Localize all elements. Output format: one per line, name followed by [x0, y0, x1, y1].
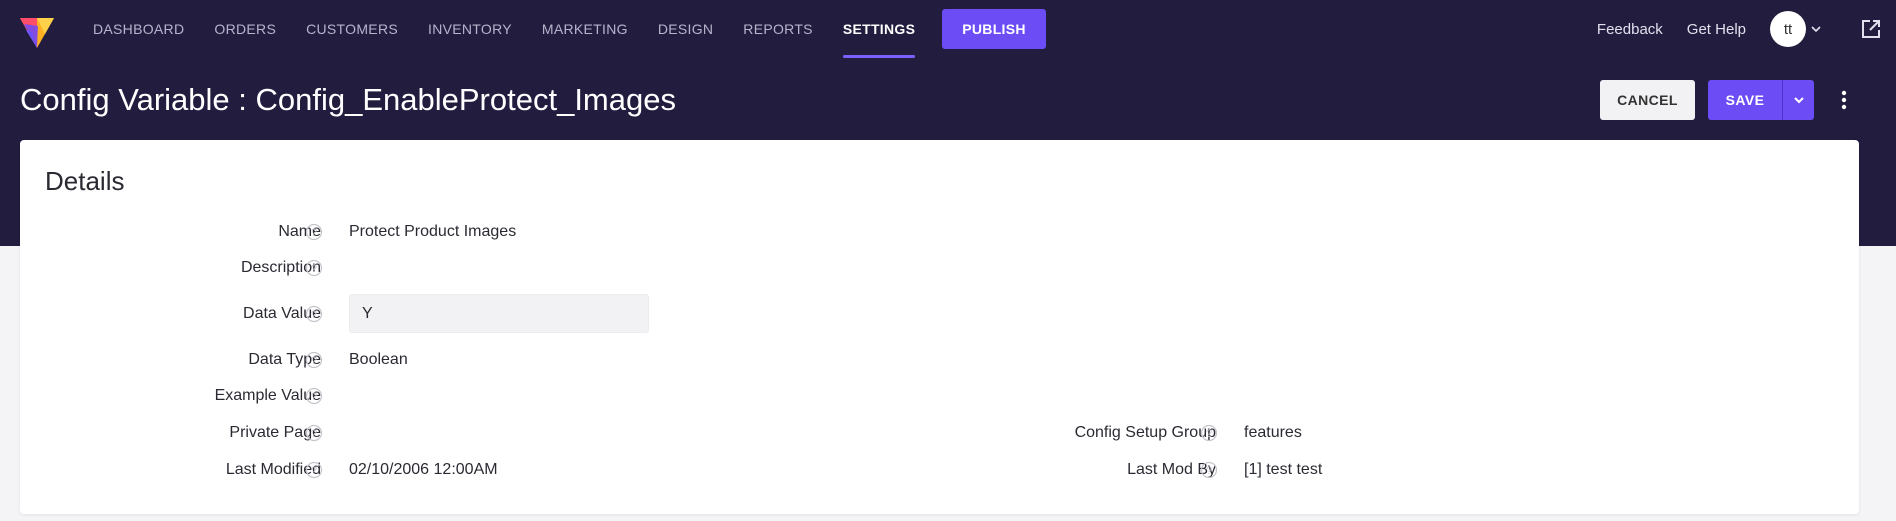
config-setup-group-label: Config Setup Group — [1074, 424, 1216, 441]
nav-design[interactable]: DESIGN — [643, 0, 728, 58]
nav-marketing[interactable]: MARKETING — [527, 0, 643, 58]
nav-reports[interactable]: REPORTS — [728, 0, 828, 58]
nav-utilities: Feedback Get Help tt — [1597, 0, 1896, 58]
nav-customers[interactable]: CUSTOMERS — [291, 0, 413, 58]
svg-text:?: ? — [311, 355, 317, 367]
details-title: Details — [45, 166, 125, 196]
get-help-link[interactable]: Get Help — [1687, 21, 1746, 38]
svg-text:?: ? — [311, 309, 317, 321]
avatar[interactable]: tt — [1770, 11, 1806, 47]
svg-text:?: ? — [311, 263, 317, 275]
chevron-down-icon — [1793, 97, 1804, 104]
chevron-down-icon[interactable] — [1810, 23, 1822, 35]
cancel-button[interactable]: CANCEL — [1600, 80, 1695, 120]
help-icon[interactable]: ? — [305, 387, 323, 405]
svg-text:?: ? — [311, 428, 317, 440]
help-icon[interactable]: ? — [1200, 461, 1218, 479]
help-icon[interactable]: ? — [305, 424, 323, 442]
top-navigation: DASHBOARD ORDERS CUSTOMERS INVENTORY MAR… — [0, 0, 1896, 58]
save-options-button[interactable] — [1783, 80, 1814, 120]
kebab-menu-icon — [1841, 90, 1847, 110]
help-icon[interactable]: ? — [305, 305, 323, 323]
nav-settings[interactable]: SETTINGS — [828, 0, 930, 58]
help-icon[interactable]: ? — [305, 461, 323, 479]
feedback-link[interactable]: Feedback — [1597, 21, 1663, 38]
publish-button[interactable]: PUBLISH — [942, 9, 1046, 49]
last-mod-by-value: [1] test test — [1244, 461, 1323, 478]
main-menu: DASHBOARD ORDERS CUSTOMERS INVENTORY MAR… — [78, 0, 1046, 58]
header-actions: CANCEL SAVE — [1600, 80, 1856, 120]
data-value-input[interactable] — [349, 294, 649, 333]
more-options-button[interactable] — [1832, 80, 1856, 120]
svg-text:?: ? — [1206, 465, 1212, 477]
page-title: Config Variable : Config_EnableProtect_I… — [20, 82, 676, 117]
svg-text:?: ? — [311, 227, 317, 239]
help-icon[interactable]: ? — [1200, 424, 1218, 442]
last-modified-value: 02/10/2006 12:00AM — [349, 461, 498, 478]
nav-inventory[interactable]: INVENTORY — [413, 0, 527, 58]
brand-logo-icon[interactable] — [18, 12, 56, 50]
svg-text:?: ? — [1206, 428, 1212, 440]
name-value: Protect Product Images — [349, 223, 517, 240]
help-icon[interactable]: ? — [305, 351, 323, 369]
svg-text:?: ? — [311, 391, 317, 403]
external-link-icon[interactable] — [1860, 18, 1882, 40]
avatar-initials: tt — [1783, 20, 1793, 38]
svg-text:?: ? — [311, 465, 317, 477]
help-icon[interactable]: ? — [305, 259, 323, 277]
data-type-value: Boolean — [349, 351, 408, 368]
save-button-group: SAVE — [1708, 80, 1814, 120]
help-icon[interactable]: ? — [305, 223, 323, 241]
details-card: Details Name ? Protect Product Images De… — [20, 140, 1859, 514]
config-setup-group-value: features — [1244, 424, 1302, 441]
nav-orders[interactable]: ORDERS — [199, 0, 291, 58]
save-button[interactable]: SAVE — [1708, 80, 1783, 120]
nav-dashboard[interactable]: DASHBOARD — [78, 0, 199, 58]
